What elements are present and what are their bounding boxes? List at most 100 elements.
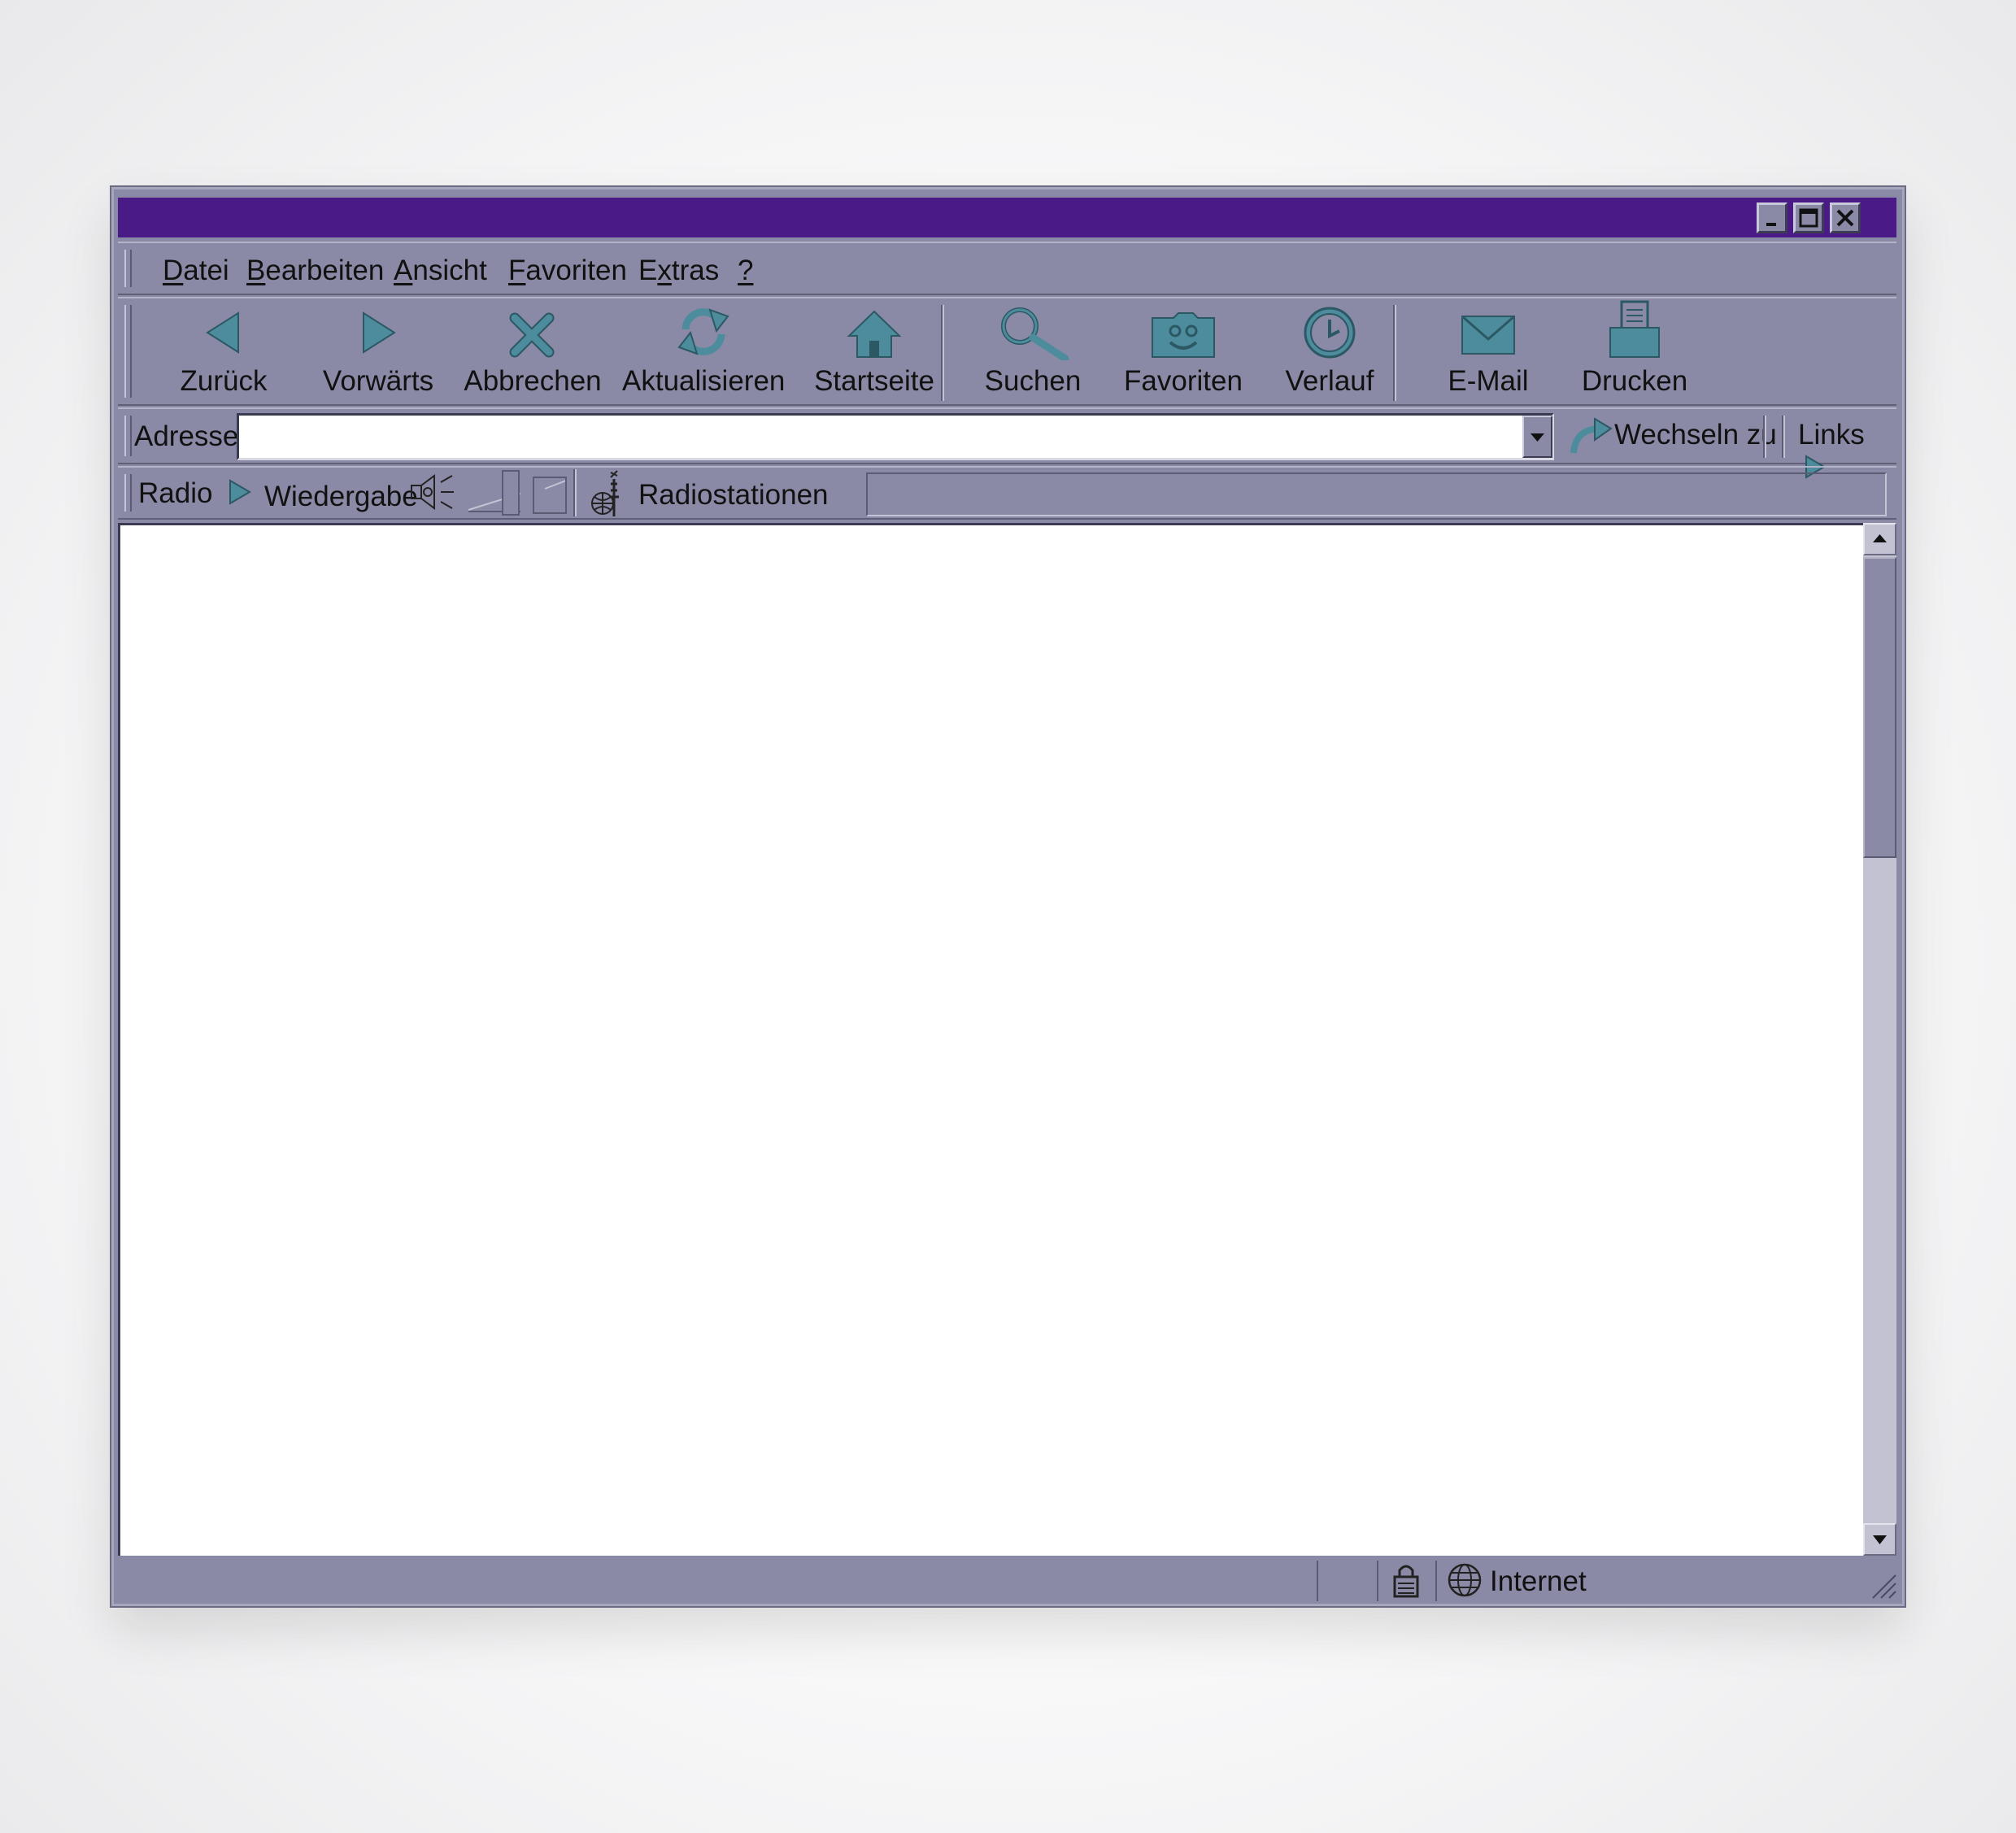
arrow-up-icon <box>1873 534 1887 542</box>
menu-datei-accel: D <box>163 255 184 286</box>
menu-bearbeiten[interactable]: Bearbeiten <box>246 255 384 287</box>
links-grip[interactable] <box>1782 416 1785 458</box>
vertical-scrollbar[interactable] <box>1863 523 1896 1556</box>
address-separator <box>1763 416 1766 458</box>
forward-button[interactable]: Vorwärts <box>309 298 447 407</box>
close-button[interactable] <box>1830 202 1861 233</box>
radio-tower-globe-icon <box>591 470 619 516</box>
title-bar[interactable] <box>118 198 1896 237</box>
search-button[interactable]: Suchen <box>968 298 1098 407</box>
go-arrow-icon <box>1570 417 1613 454</box>
speaker-icon[interactable] <box>408 471 465 516</box>
favorites-button[interactable]: Favoriten <box>1110 298 1256 407</box>
search-magnifier-icon <box>1001 307 1069 360</box>
refresh-button[interactable]: Aktualisieren <box>622 298 785 407</box>
menu-ansicht[interactable]: Ansicht <box>394 255 487 287</box>
search-label: Suchen <box>984 365 1082 397</box>
browser-window: Datei Bearbeiten Ansicht Favoriten Extra… <box>111 187 1905 1606</box>
menu-extras-pre: E <box>638 255 658 286</box>
menu-extras-accel: x <box>657 255 672 286</box>
menu-datei[interactable]: Datei <box>163 255 229 287</box>
radio-label: Radio <box>138 477 213 509</box>
menu-bar: Datei Bearbeiten Ansicht Favoriten Extra… <box>118 242 1896 295</box>
menu-help[interactable]: ? <box>738 255 753 287</box>
refresh-arrows-icon <box>677 308 729 355</box>
forward-label: Vorwärts <box>322 365 434 397</box>
status-security-panel <box>1377 1561 1434 1601</box>
radio-toolbar: Radio Wiedergabe Radiostationen <box>118 466 1896 520</box>
toolbar-separator <box>1393 305 1396 401</box>
home-button[interactable]: Startseite <box>801 298 947 407</box>
stop-x-icon <box>509 312 555 358</box>
menu-extras-label: tras <box>671 255 720 286</box>
home-icon <box>847 310 902 358</box>
address-dropdown-button[interactable] <box>1522 416 1552 458</box>
menu-help-accel: ? <box>738 255 754 286</box>
address-input[interactable] <box>237 413 1554 460</box>
address-bar: Adresse Wechseln zu Links <box>118 407 1896 479</box>
menu-ansicht-label: nsicht <box>412 255 487 286</box>
back-label: Zurück <box>180 365 268 397</box>
resize-grip-icon[interactable] <box>1866 1569 1899 1601</box>
page-content-area[interactable] <box>118 523 1863 1556</box>
back-arrow-icon <box>206 311 239 354</box>
menu-favoriten[interactable]: Favoriten <box>508 255 627 287</box>
radio-separator <box>573 469 577 516</box>
mail-button[interactable]: E-Mail <box>1419 298 1557 407</box>
lock-icon <box>1393 1565 1419 1598</box>
radio-toolbar-grip[interactable] <box>124 474 132 512</box>
scroll-up-button[interactable] <box>1863 523 1896 555</box>
volume-slider[interactable] <box>464 469 569 516</box>
toolbar-separator <box>941 305 944 401</box>
chevron-down-icon <box>1531 433 1544 442</box>
menu-favoriten-label: avoriten <box>525 255 627 286</box>
arrow-down-icon <box>1873 1535 1887 1544</box>
status-progress-panel <box>1317 1561 1375 1601</box>
volume-slider-thumb[interactable] <box>502 470 520 516</box>
history-clock-icon <box>1304 307 1356 359</box>
go-button[interactable]: Wechseln zu <box>1564 409 1777 463</box>
stop-button[interactable]: Abbrechen <box>459 298 606 407</box>
go-label: Wechseln zu <box>1614 419 1777 451</box>
scroll-down-button[interactable] <box>1863 1523 1896 1556</box>
radio-toolbar-empty-area <box>866 472 1887 516</box>
favorites-folder-icon <box>1152 312 1215 358</box>
address-label: Adresse <box>134 420 239 452</box>
radio-play-button[interactable]: Wiedergabe <box>224 472 435 520</box>
back-button[interactable]: Zurück <box>155 298 293 407</box>
menu-datei-label: atei <box>183 255 229 286</box>
favorites-label: Favoriten <box>1124 365 1243 397</box>
refresh-label: Aktualisieren <box>622 365 786 397</box>
toolbar-grip[interactable] <box>124 305 132 398</box>
menu-ansicht-accel: A <box>394 255 413 286</box>
maximize-icon <box>1799 208 1818 228</box>
menu-bar-grip[interactable] <box>124 250 132 287</box>
status-bar: Internet <box>118 1557 1896 1603</box>
play-icon <box>229 479 251 505</box>
radio-play-label: Wiedergabe <box>264 481 418 512</box>
print-button[interactable]: Drucken <box>1565 298 1704 407</box>
forward-arrow-icon <box>363 311 396 354</box>
menu-extras[interactable]: Extras <box>638 255 719 287</box>
history-button[interactable]: Verlauf <box>1256 298 1403 407</box>
menu-bearbeiten-label: earbeiten <box>265 255 385 286</box>
mail-envelope-icon <box>1461 315 1515 355</box>
radio-stations-button[interactable]: Radiostationen <box>581 468 829 521</box>
history-label: Verlauf <box>1285 365 1374 397</box>
radio-stations-label: Radiostationen <box>638 479 829 511</box>
links-label: Links <box>1798 419 1865 451</box>
home-label: Startseite <box>814 365 934 397</box>
close-icon <box>1836 209 1854 227</box>
address-bar-grip[interactable] <box>124 416 132 456</box>
standard-toolbar: Zurück Vorwärts Abbrechen Aktualisieren <box>118 297 1896 406</box>
mail-label: E-Mail <box>1448 365 1529 397</box>
globe-icon <box>1448 1563 1482 1597</box>
minimize-icon <box>1766 223 1776 226</box>
menu-favoriten-accel: F <box>508 255 526 286</box>
menu-bearbeiten-accel: B <box>246 255 266 286</box>
scrollbar-thumb[interactable] <box>1863 557 1896 858</box>
minimize-button[interactable] <box>1757 202 1787 233</box>
status-zone-label: Internet <box>1490 1565 1587 1597</box>
maximize-button[interactable] <box>1793 202 1824 233</box>
printer-icon <box>1609 300 1660 358</box>
